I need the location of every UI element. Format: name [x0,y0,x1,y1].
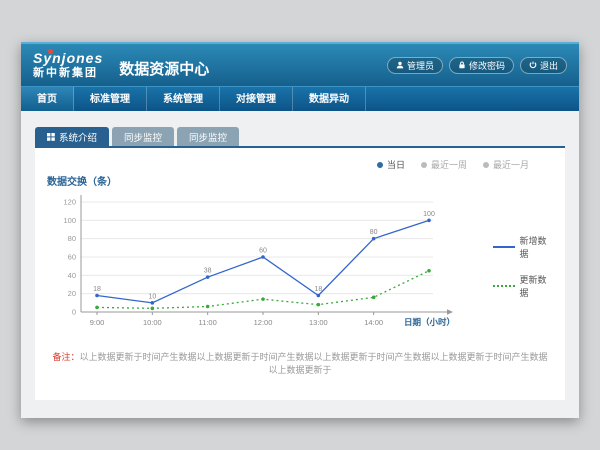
nav-item-standard-mgmt[interactable]: 标准管理 [74,87,147,111]
content-area: 系统介绍 同步监控 同步监控 当日 最近一周 [21,111,579,400]
svg-text:14:00: 14:00 [364,318,383,327]
main-nav: 首页 标准管理 系统管理 对接管理 数据异动 [21,86,579,111]
change-password-label: 修改密码 [469,59,505,72]
tab-sync-monitor-1[interactable]: 同步监控 [112,127,174,146]
chart-row: 0 20 40 60 80 100 120 9:00 10:00 11:00 12:00 13:00 1… [45,188,555,338]
footnote-prefix: 备注： [52,352,79,362]
svg-text:80: 80 [370,229,378,236]
legend-label: 新增数据 [520,234,555,260]
company-logo[interactable]: Synjones 新中新集团 [33,51,103,78]
nav-item-system-mgmt[interactable]: 系统管理 [147,87,220,111]
filter-today[interactable]: 当日 [377,158,405,171]
svg-text:40: 40 [68,271,76,280]
line-chart: 0 20 40 60 80 100 120 9:00 10:00 11:00 12:00 13:00 1… [45,188,491,338]
tab-label: 同步监控 [124,130,162,144]
svg-text:120: 120 [63,198,76,207]
svg-text:10:00: 10:00 [143,318,162,327]
dot-icon [421,162,427,168]
tab-bar: 系统介绍 同步监控 同步监控 [35,127,565,146]
desktop-background: Synjones 新中新集团 数据资源中心 管理员 修改密码 退出 [0,0,600,450]
app-header: Synjones 新中新集团 数据资源中心 管理员 修改密码 退出 [21,42,579,86]
tab-system-intro[interactable]: 系统介绍 [35,127,109,146]
svg-text:11:00: 11:00 [199,318,217,327]
svg-text:13:00: 13:00 [309,318,328,327]
footnote: 备注：以上数据更新于时间产生数据以上数据更新于时间产生数据以上数据更新于时间产生… [45,350,555,376]
grid-icon [47,133,55,141]
range-filter-legend: 当日 最近一周 最近一月 [45,154,555,171]
lock-icon [458,61,466,69]
svg-text:100: 100 [423,211,435,218]
svg-text:38: 38 [204,268,212,275]
series-legend: 新增数据 更新数据 [493,234,555,299]
logout-button[interactable]: 退出 [520,57,567,74]
tab-label: 系统介绍 [59,130,97,144]
logo-text: Synjones [33,51,103,66]
nav-item-data-change[interactable]: 数据异动 [293,87,366,111]
svg-text:18: 18 [314,286,322,293]
legend-label: 更新数据 [520,273,555,299]
solid-line-icon [493,246,515,248]
chart-panel: 当日 最近一周 最近一月 数据交换（条） 0 20 40 60 80 100 120 9:00… [35,146,565,400]
header-actions: 管理员 修改密码 退出 [387,57,567,74]
nav-item-integration-mgmt[interactable]: 对接管理 [220,87,293,111]
svg-text:9:00: 9:00 [90,318,105,327]
dotted-line-icon [493,285,515,287]
legend-new-data[interactable]: 新增数据 [493,234,555,260]
filter-label: 最近一周 [431,158,467,171]
legend-updated-data[interactable]: 更新数据 [493,273,555,299]
user-button-label: 管理员 [407,59,434,72]
svg-text:18: 18 [93,286,101,293]
filter-label: 当日 [387,158,405,171]
dot-icon [483,162,489,168]
svg-text:0: 0 [72,308,76,317]
chart-y-axis-title: 数据交换（条） [47,173,555,188]
footnote-text: 以上数据更新于时间产生数据以上数据更新于时间产生数据以上数据更新于时间产生数据以… [80,352,548,375]
filter-label: 最近一月 [493,158,529,171]
svg-text:10: 10 [148,293,156,300]
tab-label: 同步监控 [189,130,227,144]
svg-text:60: 60 [259,248,267,255]
logo-subtext: 新中新集团 [33,67,103,79]
logout-label: 退出 [540,59,558,72]
filter-last-week[interactable]: 最近一周 [421,158,467,171]
user-button[interactable]: 管理员 [387,57,443,74]
svg-text:20: 20 [68,289,76,298]
page-title: 数据资源中心 [119,58,209,79]
svg-text:12:00: 12:00 [254,318,273,327]
svg-text:80: 80 [68,234,76,243]
svg-text:60: 60 [68,253,76,262]
power-icon [529,61,537,69]
filter-last-month[interactable]: 最近一月 [483,158,529,171]
app-window: Synjones 新中新集团 数据资源中心 管理员 修改密码 退出 [21,42,579,418]
nav-item-home[interactable]: 首页 [21,87,74,111]
svg-text:100: 100 [63,216,76,225]
change-password-button[interactable]: 修改密码 [449,57,514,74]
dot-icon [377,162,383,168]
user-icon [396,61,404,69]
svg-text:日期（小时）: 日期（小时） [404,317,455,327]
tab-sync-monitor-2[interactable]: 同步监控 [177,127,239,146]
